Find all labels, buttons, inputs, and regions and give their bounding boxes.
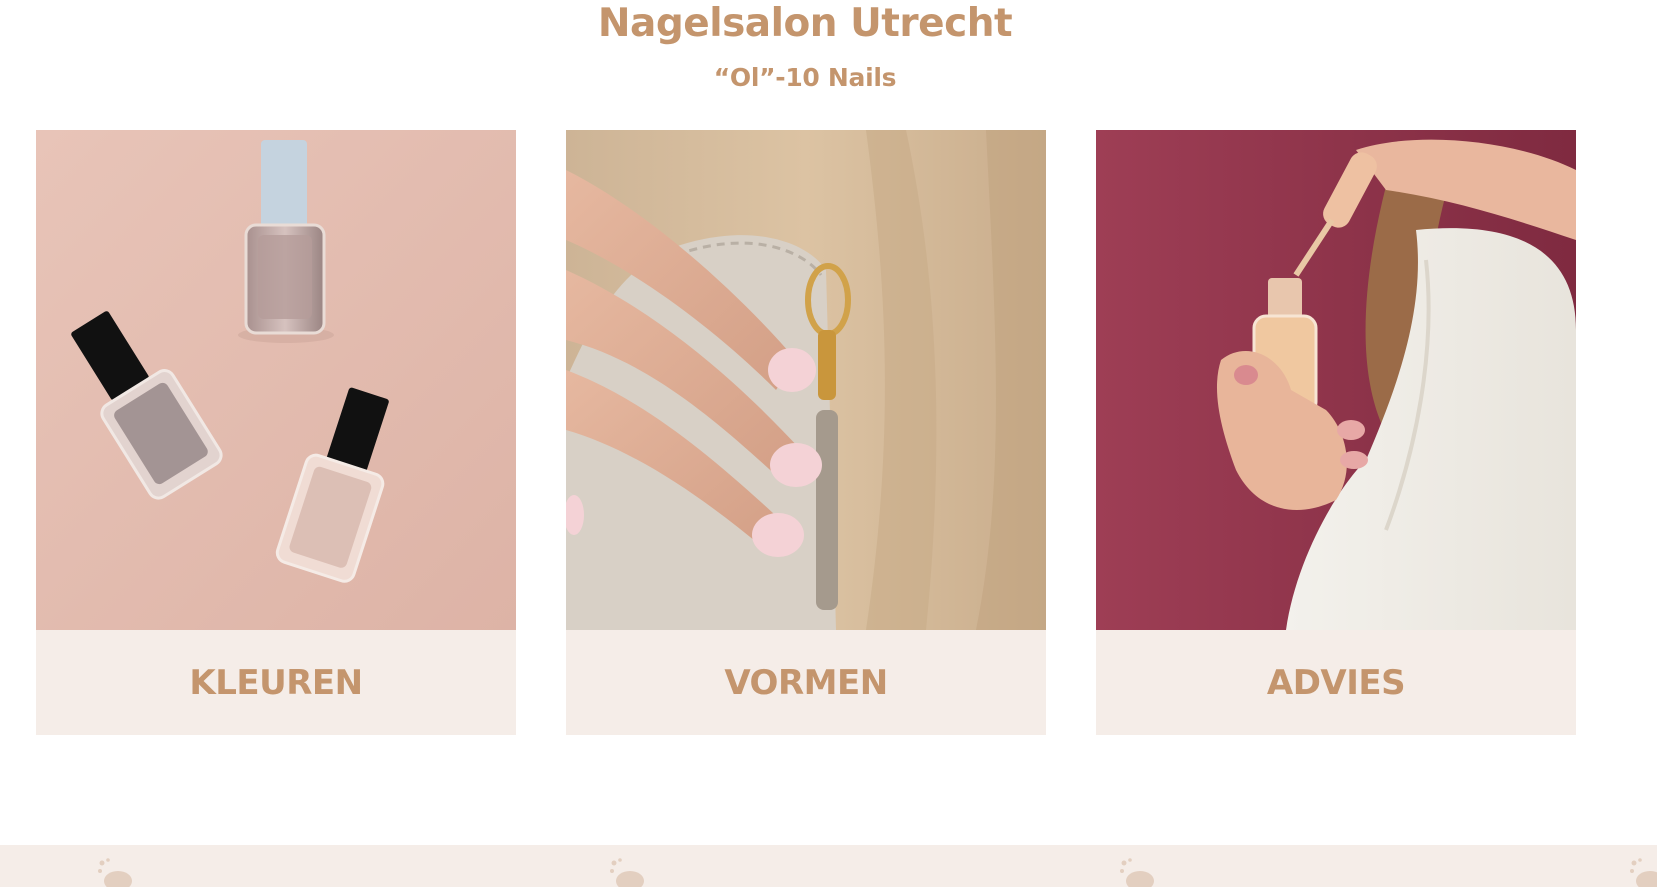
- page-subtitle: “Ol”-10 Nails: [713, 63, 897, 92]
- manicured-hand-photo[interactable]: [566, 130, 1046, 630]
- footer-band: [0, 845, 1657, 887]
- page: Nagelsalon Utrecht “Ol”-10 Nails KLEUREN…: [0, 0, 1657, 887]
- paint-splash-icon: [1120, 858, 1154, 887]
- card-vormen[interactable]: VORMEN: [566, 130, 1046, 735]
- applying-polish-photo[interactable]: [1096, 130, 1576, 630]
- paint-splash-icon: [98, 858, 132, 887]
- paint-splash-icon: [610, 858, 644, 887]
- card-advies[interactable]: ADVIES: [1096, 130, 1576, 735]
- card-label-container[interactable]: KLEUREN: [36, 630, 516, 735]
- card-label-container[interactable]: ADVIES: [1096, 630, 1576, 735]
- paint-splash-icon: [1630, 858, 1657, 887]
- card-label-advies[interactable]: ADVIES: [1267, 663, 1406, 703]
- header: Nagelsalon Utrecht “Ol”-10 Nails: [0, 0, 1610, 94]
- card-kleuren[interactable]: KLEUREN: [36, 130, 516, 735]
- nail-polish-bottles-photo[interactable]: [36, 130, 516, 630]
- card-label-container[interactable]: VORMEN: [566, 630, 1046, 735]
- card-label-kleuren[interactable]: KLEUREN: [189, 663, 363, 703]
- page-title: Nagelsalon Utrecht: [597, 1, 1013, 46]
- card-label-vormen[interactable]: VORMEN: [724, 663, 888, 703]
